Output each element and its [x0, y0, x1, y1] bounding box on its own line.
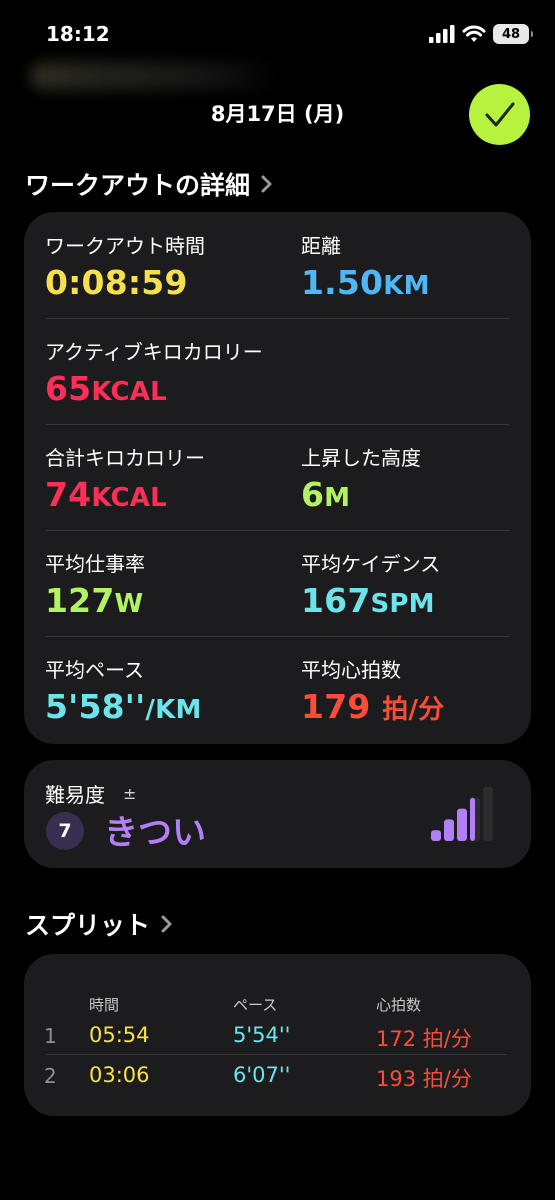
divider: [46, 636, 509, 637]
details-title: ワークアウトの詳細: [25, 171, 251, 200]
splits-card: 時間 ペース 心拍数 1 05:54 5'54'' 172 拍/分 2 03:0…: [24, 954, 531, 1116]
metric-value: 1.50KM: [301, 263, 430, 302]
details-card: ワークアウト時間 0:08:59 距離 1.50KM アクティブキロカロリー 6…: [24, 212, 531, 744]
splits-section-title[interactable]: スプリット: [25, 906, 174, 942]
cellular-signal-icon: [429, 25, 455, 43]
adjust-icon: ±: [123, 784, 137, 803]
effort-bar-fill: [470, 797, 475, 841]
metric-value: 74KCAL: [45, 475, 167, 514]
divider: [46, 1054, 507, 1055]
effort-label: 難易度: [45, 783, 105, 807]
effort-bar-track: [483, 787, 493, 841]
metric-label: アクティブキロカロリー: [45, 340, 263, 364]
effort-meter-icon: [431, 787, 493, 841]
metric-label: 平均ペース: [45, 658, 144, 682]
split-heart-rate: 193 拍/分: [376, 1067, 472, 1091]
split-pace: 6'07'': [233, 1063, 291, 1087]
metric-label: 平均仕事率: [45, 552, 145, 576]
effort-bar-fill: [431, 830, 441, 841]
splits-header-time: 時間: [89, 996, 120, 1014]
divider: [46, 530, 509, 531]
metric-distance: 距離 1.50KM: [301, 230, 430, 302]
metric-avg-pace: 平均ペース 5'58''/KM: [45, 654, 202, 726]
effort-bar-fill: [444, 819, 454, 841]
split-time: 05:54: [89, 1023, 150, 1047]
metric-avg-cadence: 平均ケイデンス 167SPM: [301, 548, 440, 620]
status-icons: 48: [429, 24, 533, 44]
metric-value: 5'58''/KM: [45, 687, 202, 726]
effort-label-row: 難易度 ±: [45, 779, 136, 808]
metric-total-kcal: 合計キロカロリー 74KCAL: [45, 442, 205, 514]
split-index: 1: [44, 1024, 57, 1048]
metric-elevation: 上昇した高度 6M: [301, 442, 421, 514]
status-time: 18:12: [46, 22, 110, 46]
metric-label: 平均ケイデンス: [301, 552, 441, 576]
metric-label: 距離: [301, 234, 341, 258]
splits-header-pace: ペース: [233, 996, 278, 1014]
wifi-icon: [462, 25, 486, 42]
metric-avg-heart-rate: 平均心拍数 179 拍/分: [301, 654, 444, 726]
metric-label: 合計キロカロリー: [45, 446, 205, 470]
effort-level-badge: 7: [46, 812, 84, 850]
metric-value: 0:08:59: [45, 263, 188, 302]
effort-bar-fill: [457, 808, 467, 841]
metric-value: 6M: [301, 475, 351, 514]
splits-title: スプリット: [25, 911, 151, 940]
blurred-header: [30, 62, 280, 90]
metric-value: 127W: [45, 581, 144, 620]
metric-label: 平均心拍数: [301, 658, 401, 682]
battery-icon: 48: [493, 24, 533, 44]
chevron-right-icon: [161, 915, 172, 933]
effort-text: きつい: [104, 813, 206, 853]
done-button[interactable]: [469, 84, 530, 145]
checkmark-icon: [485, 102, 514, 126]
split-pace: 5'54'': [233, 1023, 291, 1047]
splits-header-hr: 心拍数: [376, 996, 422, 1014]
effort-card[interactable]: 難易度 ± 7 きつい: [24, 760, 531, 868]
status-bar: 18:12 48: [0, 0, 555, 70]
metric-value: 65KCAL: [45, 369, 167, 408]
metric-avg-power: 平均仕事率 127W: [45, 548, 145, 620]
split-heart-rate: 172 拍/分: [376, 1027, 472, 1051]
metric-active-kcal: アクティブキロカロリー 65KCAL: [45, 336, 263, 408]
metric-value: 167SPM: [301, 581, 435, 620]
details-section-title[interactable]: ワークアウトの詳細: [25, 166, 274, 202]
metric-value: 179 拍/分: [301, 687, 445, 726]
metric-label: ワークアウト時間: [45, 234, 205, 258]
divider: [46, 424, 509, 425]
metric-label: 上昇した高度: [301, 446, 421, 470]
metric-workout-time: ワークアウト時間 0:08:59: [45, 230, 205, 302]
split-time: 03:06: [89, 1063, 150, 1087]
split-index: 2: [44, 1064, 57, 1088]
divider: [46, 318, 509, 319]
chevron-right-icon: [261, 175, 272, 193]
